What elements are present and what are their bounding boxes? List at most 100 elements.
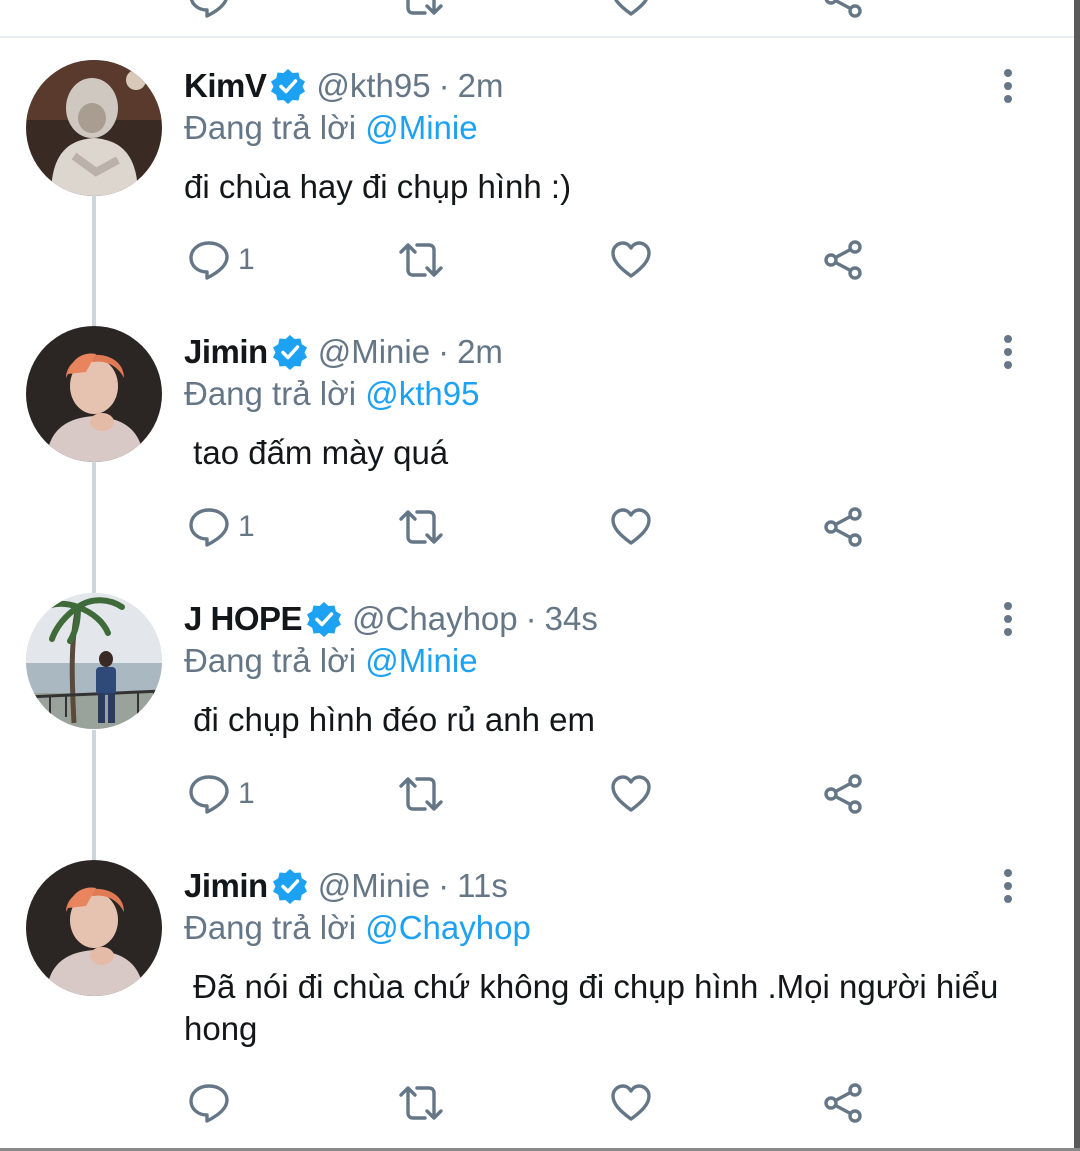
retweet-button[interactable]	[398, 774, 444, 814]
mention-link[interactable]: @kth95	[365, 375, 479, 412]
retweet-icon	[399, 243, 443, 277]
handle[interactable]: @kth95	[316, 66, 430, 106]
retweet-button[interactable]	[398, 1083, 444, 1123]
more-options-button[interactable]	[996, 68, 1020, 104]
tweet-actions: 1	[0, 507, 1074, 551]
share-icon	[824, 1083, 862, 1123]
tweet-actions: 1	[0, 774, 1074, 818]
more-options-button[interactable]	[996, 601, 1020, 637]
share-button[interactable]	[822, 240, 864, 280]
timestamp[interactable]: 2m	[458, 66, 504, 106]
verified-badge-icon	[307, 602, 342, 637]
tweet-actions	[0, 1083, 1074, 1127]
reply-button[interactable]: 1	[188, 774, 255, 814]
replying-to: Đang trả lời @Minie	[184, 108, 478, 148]
reply-icon	[189, 1084, 229, 1123]
like-button[interactable]	[610, 240, 652, 280]
tweet-actions: 1	[0, 240, 1074, 284]
window-edge	[1074, 0, 1080, 1151]
like-icon	[611, 775, 651, 812]
display-name[interactable]: Jimin	[184, 866, 268, 906]
more-vertical-icon	[1004, 869, 1012, 903]
replying-to-label: Đang trả lời	[184, 909, 357, 946]
retweet-button[interactable]	[398, 0, 444, 18]
reply-button[interactable]: 1	[188, 507, 255, 547]
retweet-icon	[399, 510, 443, 544]
reply-button[interactable]: 1	[188, 240, 255, 280]
separator-dot: ·	[525, 600, 537, 637]
previous-tweet-actions	[0, 0, 1074, 18]
avatar[interactable]	[26, 60, 162, 196]
like-button[interactable]	[610, 774, 652, 814]
reply-count: 1	[238, 510, 255, 543]
like-button[interactable]	[610, 0, 652, 18]
separator-dot: ·	[438, 867, 450, 904]
mention-link[interactable]: @Minie	[365, 642, 477, 679]
replying-to-label: Đang trả lời	[184, 642, 357, 679]
handle[interactable]: @Chayhop	[352, 599, 518, 639]
like-icon	[614, 0, 648, 16]
avatar[interactable]	[26, 860, 162, 996]
reply-button[interactable]	[188, 0, 230, 18]
more-vertical-icon	[1004, 602, 1012, 636]
reply-icon	[189, 508, 229, 547]
timestamp[interactable]: 34s	[545, 599, 598, 639]
timeline: KimV @kth95 · 2m Đang trả lời @Minie đi …	[0, 0, 1080, 1151]
share-button[interactable]	[822, 0, 864, 18]
avatar[interactable]	[26, 326, 162, 462]
tweet-text: đi chùa hay đi chụp hình :)	[184, 168, 572, 205]
tweet-header: Jimin @Minie · 11s	[184, 866, 508, 906]
display-name[interactable]: Jimin	[184, 332, 268, 372]
replying-to: Đang trả lời @kth95	[184, 374, 479, 414]
tweet-text: tao đấm mày quá	[184, 434, 449, 471]
separator-dot: ·	[438, 333, 450, 370]
timestamp[interactable]: 2m	[457, 332, 503, 372]
share-icon	[824, 0, 862, 18]
tweet-header: J HOPE @Chayhop · 34s	[184, 599, 598, 639]
like-icon	[611, 508, 651, 545]
handle[interactable]: @Minie	[318, 332, 430, 372]
like-button[interactable]	[610, 507, 652, 547]
timestamp[interactable]: 11s	[457, 866, 508, 906]
mention-link[interactable]: @Chayhop	[365, 909, 531, 946]
retweet-button[interactable]	[398, 507, 444, 547]
verified-badge-icon	[271, 69, 306, 104]
handle[interactable]: @Minie	[318, 866, 430, 906]
share-icon	[824, 507, 862, 547]
share-button[interactable]	[822, 507, 864, 547]
reply-icon	[189, 775, 229, 814]
like-icon	[611, 241, 651, 278]
mention-link[interactable]: @Minie	[365, 109, 477, 146]
retweet-button[interactable]	[398, 240, 444, 280]
display-name[interactable]: KimV	[184, 66, 267, 106]
tweet-header: KimV @kth95 · 2m	[184, 66, 503, 106]
display-name[interactable]: J HOPE	[184, 599, 303, 639]
replying-to: Đang trả lời @Chayhop	[184, 908, 531, 948]
tweet-header: Jimin @Minie · 2m	[184, 332, 503, 372]
reply-count: 1	[238, 777, 255, 810]
reply-icon	[189, 0, 228, 18]
share-icon	[824, 240, 862, 280]
more-options-button[interactable]	[996, 868, 1020, 904]
more-vertical-icon	[1004, 69, 1012, 103]
separator-dot: ·	[438, 67, 450, 104]
verified-badge-icon	[272, 335, 307, 370]
like-icon	[611, 1084, 651, 1121]
more-options-button[interactable]	[996, 334, 1020, 370]
reply-count: 1	[238, 243, 255, 276]
reply-button[interactable]	[188, 1083, 238, 1123]
more-vertical-icon	[1004, 335, 1012, 369]
share-button[interactable]	[822, 1083, 864, 1123]
retweet-icon	[399, 1086, 443, 1120]
tweet-text: đi chụp hình đéo rủ anh em	[184, 701, 595, 738]
avatar[interactable]	[26, 593, 162, 729]
share-button[interactable]	[822, 774, 864, 814]
divider	[0, 36, 1074, 38]
replying-to-label: Đang trả lời	[184, 109, 357, 146]
verified-badge-icon	[272, 869, 307, 904]
replying-to-label: Đang trả lời	[184, 375, 357, 412]
retweet-icon	[406, 0, 443, 15]
retweet-icon	[399, 777, 443, 811]
tweet-text: Đã nói đi chùa chứ không đi chụp hình .M…	[184, 968, 1008, 1047]
like-button[interactable]	[610, 1083, 652, 1123]
